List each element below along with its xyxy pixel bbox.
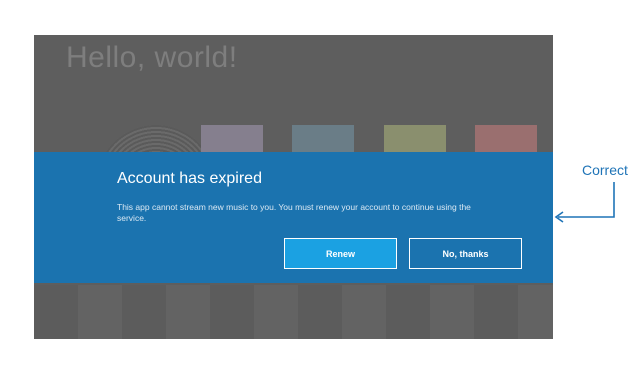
no-thanks-button[interactable]: No, thanks — [409, 238, 522, 269]
album-tile — [292, 125, 354, 155]
annotation-arrow-icon — [554, 182, 615, 223]
album-tile — [201, 125, 263, 155]
app-greeting: Hello, world! — [66, 41, 238, 74]
dialog-message: This app cannot stream new music to you.… — [117, 202, 471, 223]
album-tile — [384, 125, 446, 155]
dialog-title: Account has expired — [117, 170, 262, 187]
album-tile — [475, 125, 537, 155]
annotation-label: Correct — [582, 162, 628, 178]
bottom-strip — [34, 285, 553, 339]
renew-button[interactable]: Renew — [284, 238, 397, 269]
account-expired-dialog: Account has expired This app cannot stre… — [34, 152, 553, 283]
